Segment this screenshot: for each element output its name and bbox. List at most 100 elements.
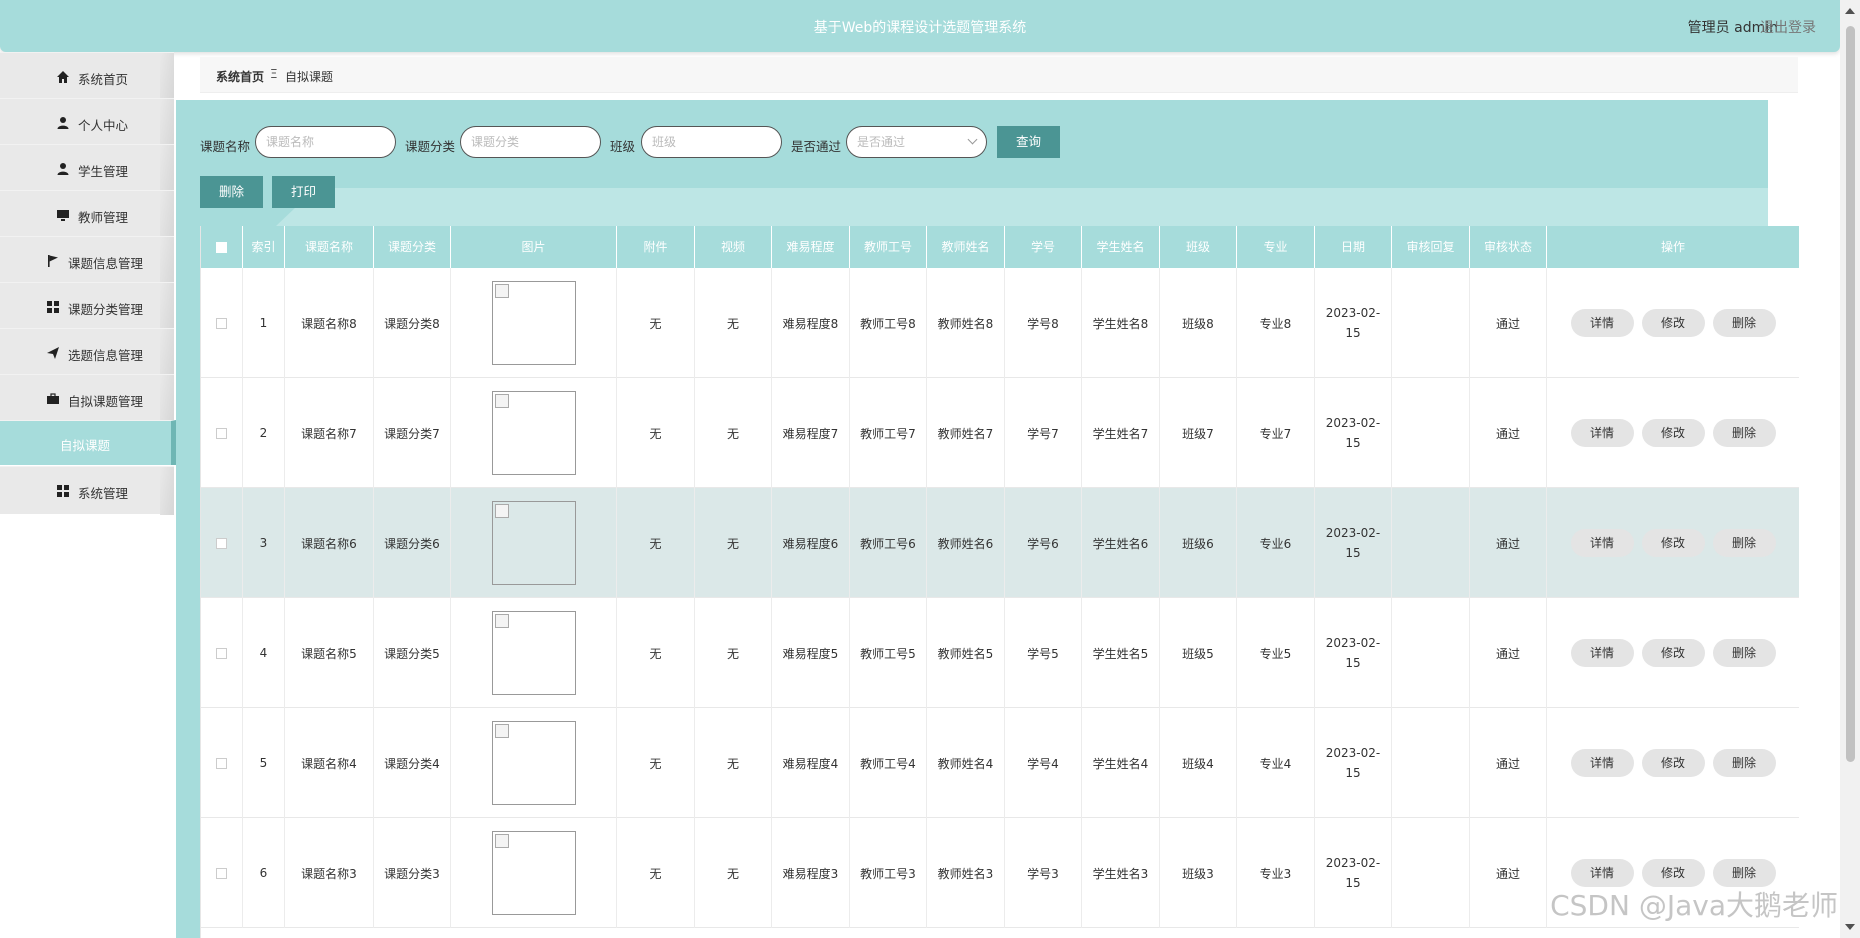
topic-image [491, 611, 576, 695]
detail-button[interactable]: 详情 [1570, 419, 1634, 447]
sidebar-item-students[interactable]: 学生管理 [0, 144, 174, 193]
grid-icon [47, 301, 59, 313]
detail-button[interactable]: 详情 [1570, 309, 1634, 337]
edit-button[interactable]: 修改 [1641, 529, 1705, 557]
topic-category-input[interactable]: 课题分类 [460, 126, 601, 158]
sidebar-item-label: 课题信息管理 [68, 256, 144, 271]
passed-select[interactable]: 是否通过 [846, 126, 987, 158]
print-button[interactable]: 打印 [272, 176, 335, 208]
cell-category: 课题分类4 [374, 708, 451, 818]
detail-button[interactable]: 详情 [1570, 749, 1634, 777]
cell-reply [1392, 488, 1470, 598]
cell-class: 班级7 [1160, 378, 1237, 488]
cell-name: 课题名称7 [285, 378, 374, 488]
column-header: 课题分类 [374, 226, 451, 268]
cell-attachment: 无 [617, 818, 695, 928]
chevron-down-icon [967, 134, 978, 145]
detail-button[interactable]: 详情 [1570, 529, 1634, 557]
edit-button[interactable]: 修改 [1641, 639, 1705, 667]
delete-selected-button[interactable]: 删除 [200, 176, 263, 208]
cell-date: 2023-02-15 [1315, 268, 1392, 378]
row-checkbox[interactable] [216, 537, 227, 549]
scroll-down-arrow[interactable] [1845, 924, 1855, 930]
cell-student-id: 学号4 [1005, 708, 1082, 818]
scroll-up-arrow[interactable] [1845, 8, 1855, 14]
image-cell [451, 708, 617, 818]
search-panel: 课题名称 课题名称 课题分类 课题分类 班级 班级 是否通过 是否通过 查询 删… [176, 100, 1768, 226]
sidebar-item-custom-topic-manage[interactable]: 自拟课题管理 [0, 374, 174, 423]
row-checkbox[interactable] [216, 317, 227, 329]
sidebar-item-profile[interactable]: 个人中心 [0, 98, 174, 147]
delete-button[interactable]: 删除 [1712, 859, 1776, 887]
row-checkbox[interactable] [216, 867, 227, 879]
cell-teacher-id: 教师工号8 [850, 268, 927, 378]
cell-video: 无 [695, 268, 772, 378]
actions-cell: 详情 修改 删除 [1547, 598, 1799, 708]
sidebar-item-label: 课题分类管理 [68, 302, 144, 317]
column-header: 操作 [1660, 240, 1685, 254]
sidebar-item-label: 自拟课题管理 [68, 394, 144, 409]
sidebar-item-topic-category[interactable]: 课题分类管理 [0, 282, 174, 331]
select-all-checkbox[interactable] [216, 242, 227, 253]
sidebar-item-label: 系统管理 [78, 486, 129, 501]
cell-student-id: 学号8 [1005, 268, 1082, 378]
sidebar-item-system[interactable]: 系统管理 [0, 466, 174, 515]
delete-button[interactable]: 删除 [1712, 749, 1776, 777]
scrollbar-thumb[interactable] [1846, 26, 1855, 762]
row-checkbox[interactable] [216, 757, 227, 769]
cell-teacher-id: 教师工号6 [850, 488, 927, 598]
monitor-icon [57, 210, 69, 221]
cell-difficulty: 难易程度7 [772, 378, 850, 488]
row-checkbox[interactable] [216, 427, 227, 439]
table-row: 4 课题名称5 课题分类5 无无难易程度5 教师工号5 教师姓名5 学号5 学生姓名5 班级5 专… [201, 598, 1799, 708]
cell-teacher-name: 教师姓名3 [927, 818, 1005, 928]
cell-date: 2023-02-15 [1315, 598, 1392, 708]
breadcrumb-home[interactable]: 系统首页 [216, 68, 264, 85]
cell-major: 专业8 [1237, 268, 1315, 378]
row-select-cell [201, 378, 243, 488]
sidebar-item-home[interactable]: 系统首页 [0, 52, 174, 101]
topic-name-input[interactable]: 课题名称 [255, 126, 396, 158]
detail-button[interactable]: 详情 [1570, 639, 1634, 667]
image-cell [451, 598, 617, 708]
column-header: 专业 [1237, 226, 1315, 268]
cell-teacher-name: 教师姓名6 [927, 488, 1005, 598]
cell-student-name: 学生姓名3 [1082, 818, 1160, 928]
delete-button[interactable]: 删除 [1712, 529, 1776, 557]
cell-student-id: 学号7 [1005, 378, 1082, 488]
row-select-cell [201, 818, 243, 928]
detail-button[interactable]: 详情 [1570, 859, 1634, 887]
cell-video: 无 [695, 708, 772, 818]
cell-index: 6 [243, 818, 285, 928]
cell-name: 课题名称4 [285, 708, 374, 818]
column-header: 教师姓名 [927, 226, 1005, 268]
cell-index: 5 [243, 708, 285, 818]
column-header: 难易程度 [772, 226, 850, 268]
table-row: 2 课题名称7 课题分类7 无无难易程度7 教师工号7 教师姓名7 学号7 学生姓名7 班级7 专… [201, 378, 1799, 488]
class-input[interactable]: 班级 [641, 126, 782, 158]
delete-button[interactable]: 删除 [1712, 639, 1776, 667]
logout-link[interactable]: 退出登录 [1760, 17, 1816, 37]
actions-cell: 详情 修改 删除 [1547, 268, 1799, 378]
cell-category: 课题分类5 [374, 598, 451, 708]
flag-icon [48, 255, 58, 267]
cell-class: 班级3 [1160, 818, 1237, 928]
query-button[interactable]: 查询 [997, 126, 1060, 158]
page-scrollbar[interactable] [1840, 0, 1860, 938]
edit-button[interactable]: 修改 [1641, 309, 1705, 337]
sidebar-item-topic-info[interactable]: 课题信息管理 [0, 236, 174, 285]
sidebar-item-teachers[interactable]: 教师管理 [0, 190, 174, 239]
cell-index: 3 [243, 488, 285, 598]
sidebar-item-custom-topic[interactable]: 自拟课题 [0, 420, 176, 465]
edit-button[interactable]: 修改 [1641, 859, 1705, 887]
broken-image-icon [494, 394, 509, 408]
row-select-cell [201, 268, 243, 378]
edit-button[interactable]: 修改 [1641, 749, 1705, 777]
cell-status: 通过 [1470, 598, 1547, 708]
cell-teacher-name: 教师姓名5 [927, 598, 1005, 708]
edit-button[interactable]: 修改 [1641, 419, 1705, 447]
delete-button[interactable]: 删除 [1712, 309, 1776, 337]
delete-button[interactable]: 删除 [1712, 419, 1776, 447]
row-checkbox[interactable] [216, 647, 227, 659]
sidebar-item-selection-info[interactable]: 选题信息管理 [0, 328, 174, 377]
